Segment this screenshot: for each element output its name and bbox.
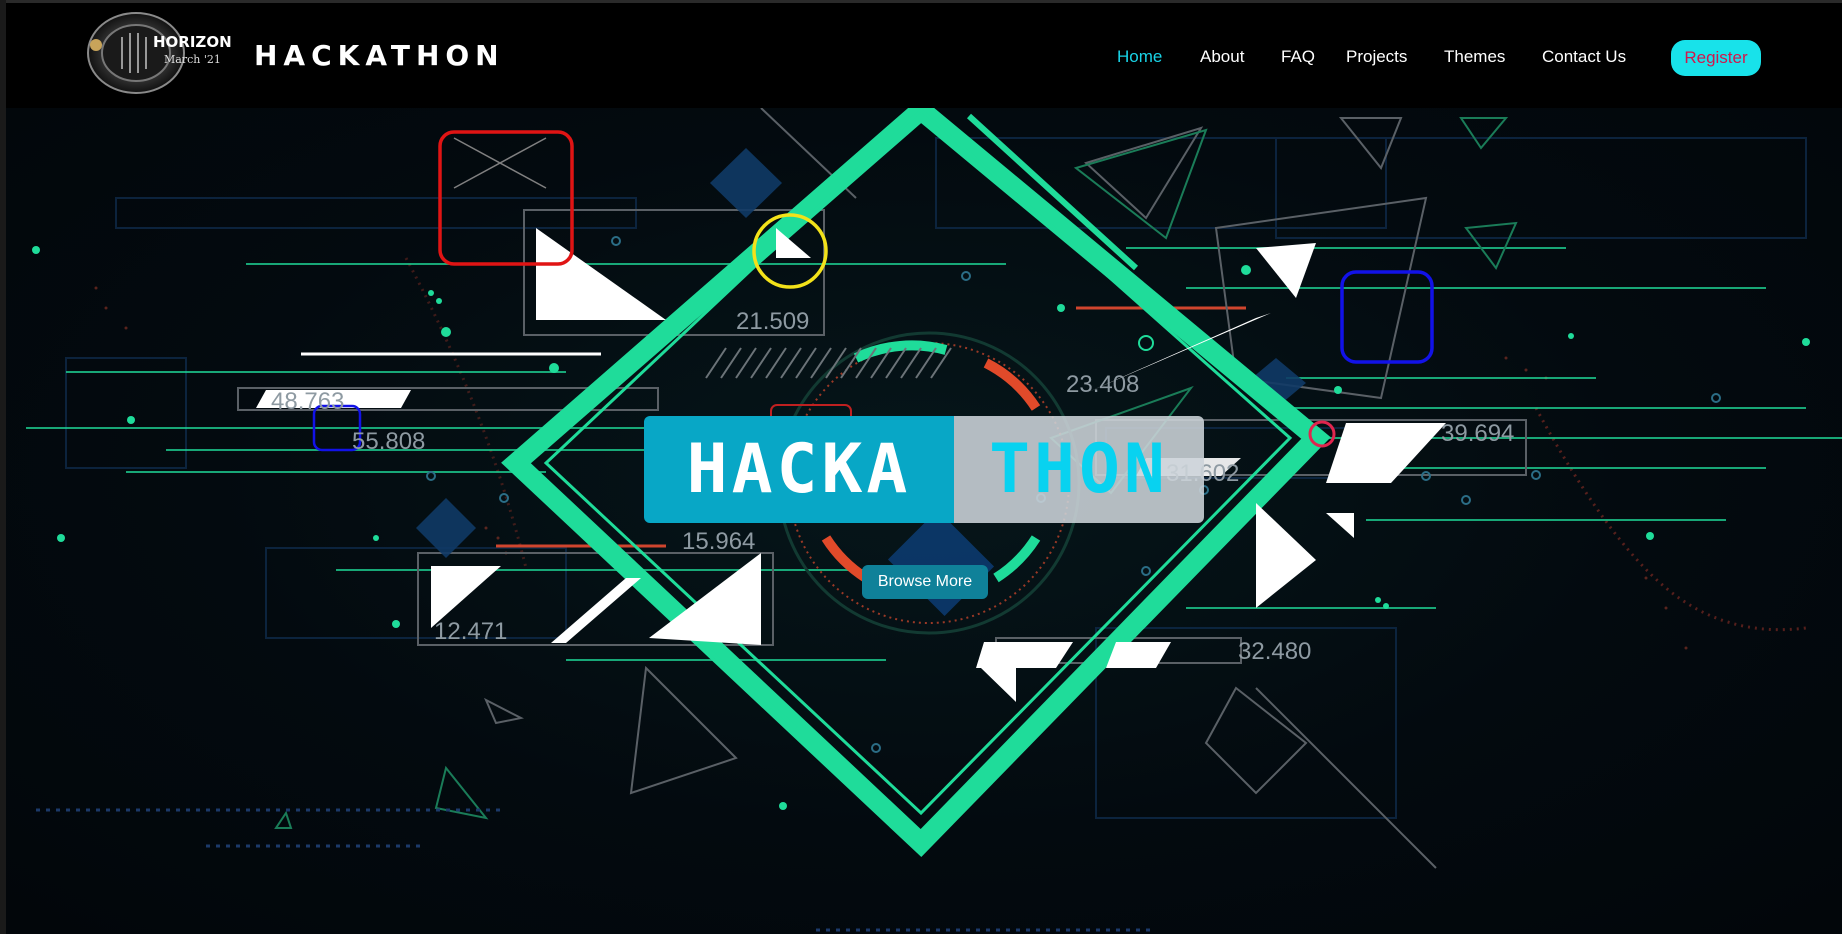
hud-number: 55.808 (352, 428, 426, 455)
nav-home[interactable]: Home (1117, 47, 1162, 67)
nav-about[interactable]: About (1200, 47, 1244, 67)
hud-number: 32.480 (1238, 638, 1312, 665)
hero-title: HACKA THON (644, 416, 1204, 523)
hud-number: 15.964 (682, 528, 756, 555)
hero-title-right: THON (954, 416, 1204, 523)
hud-number: 12.471 (434, 618, 508, 645)
logo-text: HORIZON (153, 33, 232, 51)
hero-title-left: HACKA (644, 416, 954, 523)
logo-subtext: March '21 (164, 53, 221, 66)
nav-faq[interactable]: FAQ (1281, 47, 1315, 67)
register-button[interactable]: Register (1671, 40, 1761, 76)
horizon-logo[interactable]: HORIZON March '21 (74, 9, 234, 97)
nav-themes[interactable]: Themes (1444, 47, 1505, 67)
nav-contact-us[interactable]: Contact Us (1542, 47, 1626, 67)
navbar: HORIZON March '21 HACKATHON Home About F… (6, 3, 1842, 108)
browse-more-button[interactable]: Browse More (862, 565, 988, 599)
hud-number: 48.763 (271, 388, 345, 415)
hud-number: 39.694 (1441, 420, 1515, 447)
hero-section: 21.509 48.763 55.808 23.408 31.602 39.69… (6, 108, 1842, 934)
hud-number: 21.509 (736, 308, 810, 335)
hud-number: 23.408 (1066, 371, 1140, 398)
page: HORIZON March '21 HACKATHON Home About F… (0, 0, 1842, 934)
nav-projects[interactable]: Projects (1346, 47, 1407, 67)
brand-title[interactable]: HACKATHON (254, 39, 505, 72)
horizon-logo-emblem-icon: HORIZON March '21 (87, 12, 232, 94)
